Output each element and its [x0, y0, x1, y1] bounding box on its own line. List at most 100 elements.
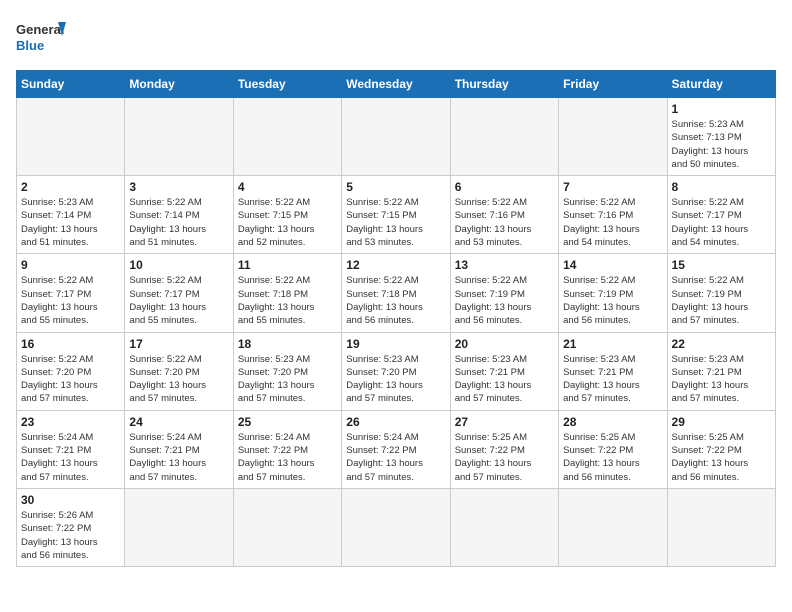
day-info: Sunrise: 5:22 AM Sunset: 7:15 PM Dayligh…	[238, 196, 337, 249]
calendar-cell	[450, 98, 558, 176]
weekday-header-thursday: Thursday	[450, 71, 558, 98]
calendar-cell: 28Sunrise: 5:25 AM Sunset: 7:22 PM Dayli…	[559, 410, 667, 488]
day-number: 17	[129, 337, 228, 351]
calendar-cell: 29Sunrise: 5:25 AM Sunset: 7:22 PM Dayli…	[667, 410, 775, 488]
calendar-cell: 19 Sunrise: 5:23 AM Sunset: 7:20 PM Dayli…	[342, 332, 450, 410]
day-number: 11	[238, 258, 337, 272]
day-info: Sunrise: 5:22 AM Sunset: 7:17 PM Dayligh…	[129, 274, 228, 327]
week-row-1: 1Sunrise: 5:23 AM Sunset: 7:13 PM Daylig…	[17, 98, 776, 176]
day-number: 9	[21, 258, 120, 272]
day-number: 19	[346, 337, 445, 351]
calendar-cell: 20 Sunrise: 5:23 AM Sunset: 7:21 PM Dayli…	[450, 332, 558, 410]
calendar-cell: 11 Sunrise: 5:22 AM Sunset: 7:18 PM Dayli…	[233, 254, 341, 332]
day-info: Sunrise: 5:22 AM Sunset: 7:19 PM Dayligh…	[455, 274, 554, 327]
calendar-cell: 16Sunrise: 5:22 AM Sunset: 7:20 PM Dayli…	[17, 332, 125, 410]
calendar-cell	[17, 98, 125, 176]
day-number: 27	[455, 415, 554, 429]
calendar-cell: 23Sunrise: 5:24 AM Sunset: 7:21 PM Dayli…	[17, 410, 125, 488]
calendar-cell: 7Sunrise: 5:22 AM Sunset: 7:16 PM Daylig…	[559, 176, 667, 254]
calendar-cell	[125, 488, 233, 566]
weekday-header-tuesday: Tuesday	[233, 71, 341, 98]
calendar-cell: 17 Sunrise: 5:22 AM Sunset: 7:20 PM Dayli…	[125, 332, 233, 410]
weekday-header-wednesday: Wednesday	[342, 71, 450, 98]
calendar-cell: 10 Sunrise: 5:22 AM Sunset: 7:17 PM Dayli…	[125, 254, 233, 332]
day-number: 8	[672, 180, 771, 194]
day-number: 14	[563, 258, 662, 272]
day-info: Sunrise: 5:25 AM Sunset: 7:22 PM Dayligh…	[672, 431, 771, 484]
calendar-cell: 1Sunrise: 5:23 AM Sunset: 7:13 PM Daylig…	[667, 98, 775, 176]
day-info: Sunrise: 5:22 AM Sunset: 7:17 PM Dayligh…	[672, 196, 771, 249]
calendar-cell: 27 Sunrise: 5:25 AM Sunset: 7:22 PM Dayli…	[450, 410, 558, 488]
calendar-cell	[450, 488, 558, 566]
day-info: Sunrise: 5:22 AM Sunset: 7:19 PM Dayligh…	[563, 274, 662, 327]
day-number: 2	[21, 180, 120, 194]
calendar-cell: 26 Sunrise: 5:24 AM Sunset: 7:22 PM Dayli…	[342, 410, 450, 488]
calendar-cell	[559, 488, 667, 566]
day-info: Sunrise: 5:22 AM Sunset: 7:19 PM Dayligh…	[672, 274, 771, 327]
day-number: 26	[346, 415, 445, 429]
logo: General Blue	[16, 16, 66, 60]
day-number: 30	[21, 493, 120, 507]
calendar-cell: 8 Sunrise: 5:22 AM Sunset: 7:17 PM Daylig…	[667, 176, 775, 254]
weekday-header-monday: Monday	[125, 71, 233, 98]
weekday-header-saturday: Saturday	[667, 71, 775, 98]
day-number: 10	[129, 258, 228, 272]
day-info: Sunrise: 5:24 AM Sunset: 7:22 PM Dayligh…	[346, 431, 445, 484]
day-info: Sunrise: 5:22 AM Sunset: 7:17 PM Dayligh…	[21, 274, 120, 327]
calendar-cell	[233, 488, 341, 566]
calendar-cell	[667, 488, 775, 566]
day-number: 12	[346, 258, 445, 272]
day-info: Sunrise: 5:23 AM Sunset: 7:21 PM Dayligh…	[563, 353, 662, 406]
calendar-cell	[342, 98, 450, 176]
day-info: Sunrise: 5:22 AM Sunset: 7:14 PM Dayligh…	[129, 196, 228, 249]
calendar-table: SundayMondayTuesdayWednesdayThursdayFrid…	[16, 70, 776, 567]
day-number: 22	[672, 337, 771, 351]
day-number: 21	[563, 337, 662, 351]
calendar-cell: 25 Sunrise: 5:24 AM Sunset: 7:22 PM Dayli…	[233, 410, 341, 488]
day-number: 20	[455, 337, 554, 351]
weekday-header-friday: Friday	[559, 71, 667, 98]
day-number: 7	[563, 180, 662, 194]
calendar-cell: 18 Sunrise: 5:23 AM Sunset: 7:20 PM Dayli…	[233, 332, 341, 410]
day-number: 15	[672, 258, 771, 272]
day-info: Sunrise: 5:24 AM Sunset: 7:22 PM Dayligh…	[238, 431, 337, 484]
calendar-cell: 24Sunrise: 5:24 AM Sunset: 7:21 PM Dayli…	[125, 410, 233, 488]
day-info: Sunrise: 5:23 AM Sunset: 7:20 PM Dayligh…	[238, 353, 337, 406]
svg-text:Blue: Blue	[16, 38, 44, 53]
calendar-cell: 5 Sunrise: 5:22 AM Sunset: 7:15 PM Daylig…	[342, 176, 450, 254]
calendar-cell: 9 Sunrise: 5:22 AM Sunset: 7:17 PM Daylig…	[17, 254, 125, 332]
day-number: 1	[672, 102, 771, 116]
day-info: Sunrise: 5:25 AM Sunset: 7:22 PM Dayligh…	[455, 431, 554, 484]
weekday-header-row: SundayMondayTuesdayWednesdayThursdayFrid…	[17, 71, 776, 98]
day-info: Sunrise: 5:23 AM Sunset: 7:21 PM Dayligh…	[672, 353, 771, 406]
calendar-cell	[559, 98, 667, 176]
day-info: Sunrise: 5:26 AM Sunset: 7:22 PM Dayligh…	[21, 509, 120, 562]
weekday-header-sunday: Sunday	[17, 71, 125, 98]
calendar-cell: 3 Sunrise: 5:22 AM Sunset: 7:14 PM Daylig…	[125, 176, 233, 254]
week-row-2: 2 Sunrise: 5:23 AM Sunset: 7:14 PM Daylig…	[17, 176, 776, 254]
calendar-cell	[125, 98, 233, 176]
day-info: Sunrise: 5:22 AM Sunset: 7:18 PM Dayligh…	[238, 274, 337, 327]
day-number: 18	[238, 337, 337, 351]
day-number: 13	[455, 258, 554, 272]
calendar-cell: 13 Sunrise: 5:22 AM Sunset: 7:19 PM Dayli…	[450, 254, 558, 332]
day-info: Sunrise: 5:23 AM Sunset: 7:21 PM Dayligh…	[455, 353, 554, 406]
calendar-cell: 14 Sunrise: 5:22 AM Sunset: 7:19 PM Dayli…	[559, 254, 667, 332]
calendar-cell: 22 Sunrise: 5:23 AM Sunset: 7:21 PM Dayli…	[667, 332, 775, 410]
day-info: Sunrise: 5:22 AM Sunset: 7:20 PM Dayligh…	[129, 353, 228, 406]
svg-text:General: General	[16, 22, 64, 37]
day-number: 28	[563, 415, 662, 429]
day-number: 25	[238, 415, 337, 429]
day-info: Sunrise: 5:23 AM Sunset: 7:20 PM Dayligh…	[346, 353, 445, 406]
day-number: 3	[129, 180, 228, 194]
calendar-cell: 21 Sunrise: 5:23 AM Sunset: 7:21 PM Dayli…	[559, 332, 667, 410]
day-info: Sunrise: 5:22 AM Sunset: 7:15 PM Dayligh…	[346, 196, 445, 249]
calendar-cell: 2 Sunrise: 5:23 AM Sunset: 7:14 PM Daylig…	[17, 176, 125, 254]
day-number: 24	[129, 415, 228, 429]
day-info: Sunrise: 5:23 AM Sunset: 7:14 PM Dayligh…	[21, 196, 120, 249]
calendar-cell: 12Sunrise: 5:22 AM Sunset: 7:18 PM Dayli…	[342, 254, 450, 332]
calendar-cell	[342, 488, 450, 566]
week-row-5: 23Sunrise: 5:24 AM Sunset: 7:21 PM Dayli…	[17, 410, 776, 488]
day-number: 16	[21, 337, 120, 351]
day-number: 5	[346, 180, 445, 194]
